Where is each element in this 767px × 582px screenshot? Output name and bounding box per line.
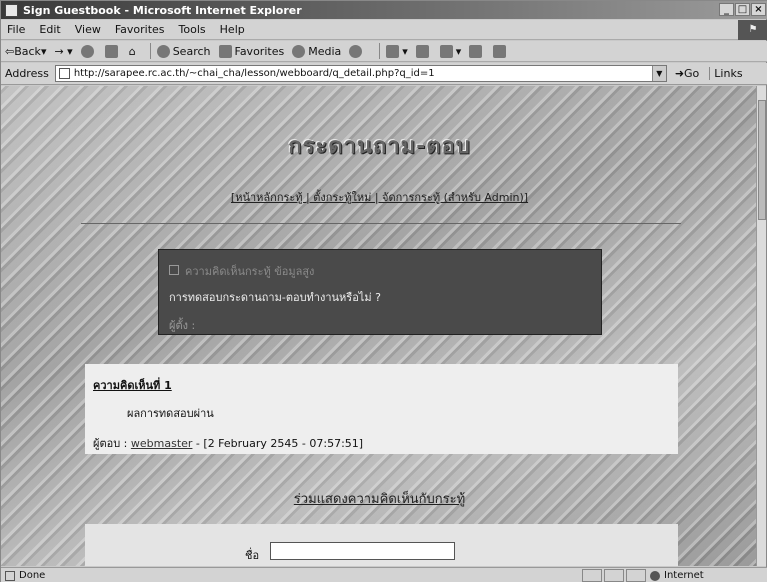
status-panel <box>604 569 624 582</box>
menu-help[interactable]: Help <box>220 23 245 36</box>
media-label: Media <box>308 44 342 58</box>
address-label: Address <box>5 67 49 80</box>
globe-icon <box>650 570 660 581</box>
favorites-button[interactable]: Favorites <box>218 44 285 58</box>
answer-heading: ความคิดเห็นที่ 1 <box>93 379 172 392</box>
favorites-icon <box>218 44 232 58</box>
forward-button[interactable]: → ▾ <box>54 45 72 58</box>
name-label: ชื่อ <box>245 549 260 562</box>
security-zone: Internet <box>646 569 764 582</box>
divider <box>81 223 681 224</box>
status-panel <box>582 569 602 582</box>
address-url: http://sarapee.rc.ac.th/~chai_cha/lesson… <box>73 68 435 79</box>
zone-label: Internet <box>664 570 704 581</box>
browser-window: Sign Guestbook - Microsoft Internet Expl… <box>0 0 767 582</box>
discuss-button[interactable] <box>469 44 485 58</box>
answer-user-link[interactable]: webmaster <box>131 437 193 450</box>
name-input[interactable] <box>270 542 455 560</box>
page-content: กระดานถาม-ตอบ [หน้าหลักกระทู้ | ตั้งกระท… <box>1 86 758 566</box>
go-button[interactable]: ➜ Go <box>675 67 699 80</box>
minimize-button[interactable]: _ <box>719 3 734 16</box>
search-label: Search <box>172 44 211 58</box>
toolbar: ⇦ Back ▾ → ▾ ⌂ Search Favorites Media ▾ … <box>1 41 767 62</box>
status-text: Done <box>19 570 46 581</box>
page-icon <box>58 68 70 79</box>
stop-button[interactable] <box>80 44 97 58</box>
menu-view[interactable]: View <box>75 23 101 36</box>
ie-icon <box>5 3 18 17</box>
favorites-label: Favorites <box>234 44 285 58</box>
mail-button[interactable]: ▾ <box>386 44 408 58</box>
menu-bar: File Edit View Favorites Tools Help ⚑ <box>1 20 767 40</box>
toolbar-separator <box>149 43 151 59</box>
go-label: Go <box>684 67 700 80</box>
chevron-down-icon[interactable]: ▼ <box>651 66 666 81</box>
status-panels: Internet <box>580 569 764 582</box>
print-button[interactable] <box>415 44 432 58</box>
close-button[interactable]: × <box>751 3 766 16</box>
menu-file[interactable]: File <box>7 23 25 36</box>
post-icon <box>169 265 179 275</box>
window-controls: _ □ × <box>719 3 766 16</box>
question-box: ความคิดเห็นกระทู้ ข้อมูลสูง การทดสอบกระด… <box>158 249 602 335</box>
question-text: การทดสอบกระดานถาม-ตอบทำงานหรือไม่ ? <box>169 291 381 304</box>
window-title: Sign Guestbook - Microsoft Internet Expl… <box>23 3 302 17</box>
answer-prefix: ผู้ตอบ : <box>93 437 128 450</box>
status-panel <box>626 569 646 582</box>
answer-footer: ผู้ตอบ : webmaster - [2 February 2545 - … <box>93 434 363 452</box>
toolbar-separator <box>379 43 381 59</box>
title-bar: Sign Guestbook - Microsoft Internet Expl… <box>1 1 767 19</box>
refresh-button[interactable] <box>104 44 121 58</box>
back-label: Back <box>14 44 41 58</box>
status-bar: Done Internet <box>1 567 767 582</box>
history-icon <box>349 44 363 58</box>
media-button[interactable]: Media <box>292 44 342 58</box>
home-button[interactable]: ⌂ <box>129 45 136 58</box>
address-bar: Address http://sarapee.rc.ac.th/~chai_ch… <box>1 63 767 85</box>
scrollbar-thumb[interactable] <box>758 100 766 220</box>
home-icon: ⌂ <box>128 44 136 58</box>
address-input[interactable]: http://sarapee.rc.ac.th/~chai_cha/lesson… <box>54 65 667 82</box>
edit-button[interactable]: ▾ <box>439 44 461 58</box>
page-icon <box>5 570 15 581</box>
messenger-icon <box>493 44 507 58</box>
board-nav-links: [หน้าหลักกระทู้ | ตั้งกระทู้ใหม่ | จัดกา… <box>1 188 758 206</box>
answer-date: - [2 February 2545 - 07:57:51] <box>192 437 364 450</box>
search-icon <box>156 44 170 58</box>
mail-icon <box>386 44 400 58</box>
question-author: ผู้ตั้ง : <box>169 319 196 332</box>
print-icon <box>415 44 429 58</box>
menu-edit[interactable]: Edit <box>39 23 60 36</box>
word-icon <box>439 44 453 58</box>
windows-logo-icon: ⚑ <box>738 20 767 40</box>
answer-body: ผลการทดสอบผ่าน <box>127 407 214 420</box>
go-arrow-icon: ➜ <box>674 67 685 80</box>
menu-tools[interactable]: Tools <box>179 23 206 36</box>
links-button[interactable]: Links <box>709 67 743 80</box>
answer-box: ความคิดเห็นที่ 1 ผลการทดสอบผ่าน ผู้ตอบ :… <box>85 364 678 454</box>
question-meta: ความคิดเห็นกระทู้ ข้อมูลสูง <box>169 262 314 280</box>
board-nav-link[interactable]: [หน้าหลักกระทู้ | ตั้งกระทู้ใหม่ | จัดกา… <box>231 191 528 204</box>
reply-form: ชื่อ <box>85 524 678 566</box>
forward-arrow-icon: → ▾ <box>54 44 73 58</box>
history-button[interactable] <box>349 44 365 58</box>
refresh-icon <box>104 44 118 58</box>
back-button[interactable]: ⇦ Back ▾ <box>5 45 46 58</box>
maximize-button[interactable]: □ <box>735 3 750 16</box>
chevron-down-icon: ▾ <box>40 44 47 58</box>
stop-icon <box>80 44 94 58</box>
media-icon <box>292 44 306 58</box>
back-arrow-icon: ⇦ <box>5 44 15 58</box>
messenger-button[interactable] <box>493 44 509 58</box>
vertical-scrollbar[interactable] <box>756 86 766 566</box>
discuss-icon <box>469 44 483 58</box>
reply-link[interactable]: ร่วมแสดงความคิดเห็นกับกระทู้ <box>1 488 758 509</box>
question-meta-text: ความคิดเห็นกระทู้ ข้อมูลสูง <box>185 265 315 278</box>
page-title: กระดานถาม-ตอบ <box>288 134 471 159</box>
menu-favorites[interactable]: Favorites <box>115 23 165 36</box>
search-button[interactable]: Search <box>156 44 211 58</box>
